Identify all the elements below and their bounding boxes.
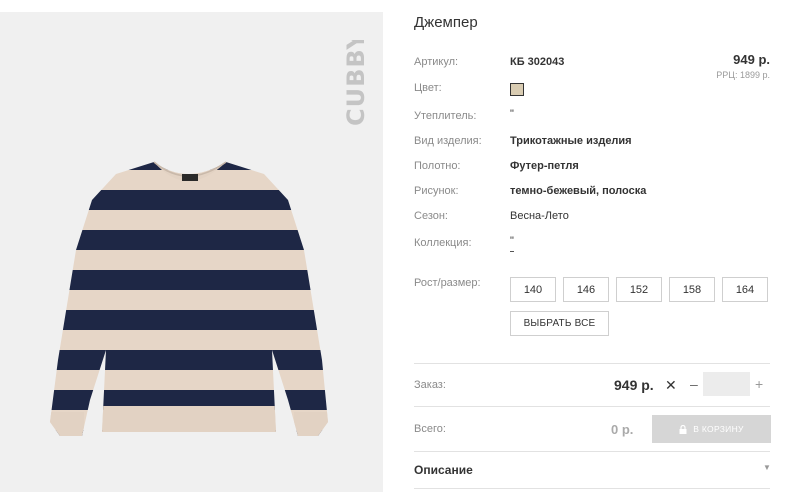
recommended-price: РРЦ: 1899 р. — [716, 70, 770, 80]
order-unit-price: 949 р. — [614, 377, 654, 393]
insulation-value: " — [510, 108, 514, 120]
color-label: Цвет: — [414, 82, 442, 94]
divider — [414, 406, 770, 407]
select-all-sizes-button[interactable]: ВЫБРАТЬ ВСЕ — [510, 311, 609, 336]
fabric-value: Футер-петля — [510, 160, 579, 172]
svg-text:CUBBY: CUBBY — [342, 40, 370, 126]
size-option-140[interactable]: 140 — [510, 277, 556, 302]
order-label: Заказ: — [414, 379, 446, 391]
product-price: 949 р. — [733, 52, 770, 67]
collection-underline — [510, 251, 514, 252]
collection-label: Коллекция: — [414, 237, 472, 249]
season-label: Сезон: — [414, 210, 448, 222]
times-icon: ✕ — [665, 377, 677, 393]
divider — [414, 488, 770, 489]
fabric-label: Полотно: — [414, 160, 461, 172]
season-value: Весна-Лето — [510, 210, 569, 222]
insulation-label: Утеплитель: — [414, 110, 477, 122]
item-type-label: Вид изделия: — [414, 135, 482, 147]
collection-value: " — [510, 235, 514, 247]
color-swatch[interactable] — [510, 83, 524, 96]
add-to-cart-button[interactable]: В КОРЗИНУ — [652, 415, 771, 443]
size-option-164[interactable]: 164 — [722, 277, 768, 302]
pattern-label: Рисунок: — [414, 185, 459, 197]
increase-quantity-button[interactable]: + — [755, 376, 763, 392]
quantity-input[interactable] — [703, 372, 750, 396]
decrease-quantity-button[interactable]: – — [690, 376, 698, 392]
lock-icon — [679, 424, 687, 434]
product-info: Джемпер Артикул: КБ 302043 949 р. РРЦ: 1… — [414, 0, 774, 492]
article-value: КБ 302043 — [510, 56, 565, 68]
total-label: Всего: — [414, 423, 446, 435]
size-option-152[interactable]: 152 — [616, 277, 662, 302]
chevron-down-icon[interactable]: ▼ — [763, 463, 771, 472]
product-title: Джемпер — [414, 14, 478, 31]
brand-logo: CUBBY — [342, 40, 370, 126]
divider — [414, 451, 770, 452]
product-image — [50, 161, 328, 436]
article-label: Артикул: — [414, 56, 459, 68]
divider — [414, 363, 770, 364]
size-option-158[interactable]: 158 — [669, 277, 715, 302]
total-value: 0 р. — [611, 422, 634, 437]
add-to-cart-label: В КОРЗИНУ — [693, 424, 744, 434]
size-option-146[interactable]: 146 — [563, 277, 609, 302]
size-label: Рост/размер: — [414, 277, 481, 289]
pattern-value: темно-бежевый, полоска — [510, 185, 647, 197]
item-type-value: Трикотажные изделия — [510, 135, 632, 147]
product-image-panel: CUBBY — [0, 12, 383, 492]
description-toggle[interactable]: Описание — [414, 463, 473, 477]
